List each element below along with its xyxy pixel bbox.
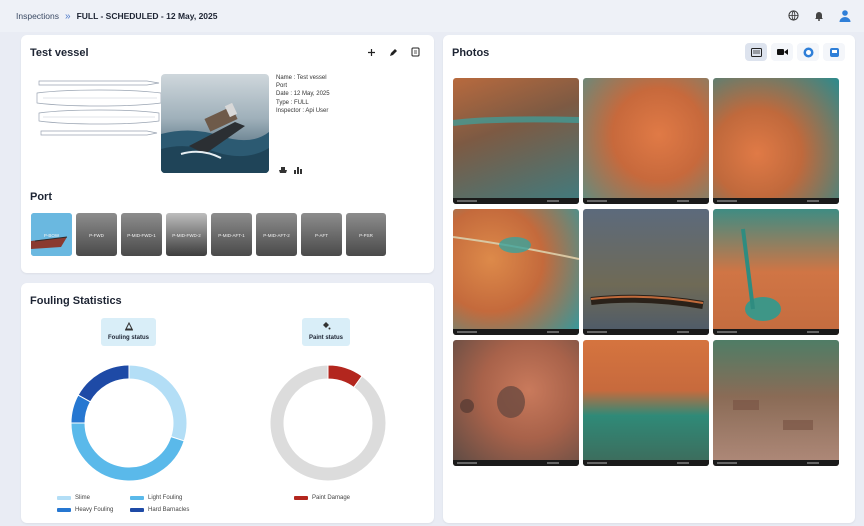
paint-slice-remainder[interactable] — [269, 364, 387, 482]
breadcrumb-inspections[interactable]: Inspections — [16, 11, 59, 21]
thumbnail-p-mid-aft-1[interactable]: P-MID-AFT-1 — [211, 213, 252, 256]
thumbnail-p-psr[interactable]: P-PSR — [346, 213, 386, 256]
fouling-slice-light-fouling[interactable] — [70, 422, 185, 482]
inspection-photo-6[interactable] — [713, 209, 839, 335]
vessel-info-date: Date : 12 May, 2025 — [276, 91, 330, 98]
thumbnail-p-mid-fwd-2[interactable]: P-MID-FWD-2 — [166, 213, 207, 256]
legend-swatch — [57, 508, 71, 512]
paint-status-chip: Paint status — [302, 318, 350, 346]
hull-plan-diagram — [36, 80, 162, 136]
thumbnail-label: P-MID-AFT-1 — [218, 233, 245, 238]
inspection-photo-9[interactable] — [713, 340, 839, 466]
fouling-status-label: Fouling status — [108, 335, 149, 341]
photo-info-bar — [713, 329, 839, 335]
photo-info-bar — [583, 198, 709, 204]
edit-button[interactable] — [384, 43, 402, 61]
photo-info-bar — [453, 198, 579, 204]
legend-label: Hard Barnacles — [148, 507, 190, 513]
thumbnail-label: P-MID-FWD-2 — [172, 233, 201, 238]
gallery-view-button[interactable] — [745, 43, 767, 61]
legend-paint-damage: Paint Damage — [294, 495, 350, 501]
fouling-status-icon — [101, 321, 156, 333]
scan-button[interactable] — [797, 43, 819, 61]
photo-info-bar — [713, 460, 839, 466]
top-bar: Inspections » FULL - SCHEDULED - 12 May,… — [0, 0, 864, 32]
fouling-statistics-title: Fouling Statistics — [30, 295, 122, 307]
photo-grid — [453, 78, 839, 466]
inspection-photo-2[interactable] — [583, 78, 709, 204]
paint-bucket-icon — [302, 321, 350, 333]
photo-info-bar — [453, 460, 579, 466]
inspection-photo-4[interactable] — [453, 209, 579, 335]
photo-info-bar — [583, 329, 709, 335]
legend-hard-barnacles: Hard Barnacles — [130, 507, 189, 513]
bar-chart-icon — [294, 161, 303, 179]
fouling-status-chip: Fouling status — [101, 318, 156, 346]
legend-swatch — [57, 496, 71, 500]
thumbnail-label: P-MID-AFT-2 — [263, 233, 290, 238]
inspection-photo-1[interactable] — [453, 78, 579, 204]
fouling-slice-slime[interactable] — [128, 364, 188, 442]
legend-swatch — [294, 496, 308, 500]
video-button[interactable] — [771, 43, 793, 61]
user-avatar-icon[interactable] — [838, 8, 852, 22]
vessel-info-name: Name : Test vessel — [276, 75, 327, 81]
photo-info-bar — [453, 329, 579, 335]
fouling-statistics-card: Fouling Statistics Fouling status Paint … — [21, 283, 434, 523]
vessel-info-port: Port — [276, 83, 288, 90]
legend-label: Heavy Fouling — [75, 507, 114, 513]
legend-swatch — [130, 496, 144, 500]
inspection-photo-8[interactable] — [583, 340, 709, 466]
fouling-slice-hard-barnacles[interactable] — [77, 364, 130, 403]
legend-label: Slime — [75, 495, 91, 501]
ship-icon — [278, 161, 288, 179]
legend-label: Light Fouling — [148, 495, 183, 501]
vessel-info: Name : Test vessel Port Date : 12 May, 2… — [276, 74, 330, 115]
thumbnail-label: P-AFT — [315, 233, 328, 238]
vessel-card: Test vessel Name: Test vessel Port Date… — [21, 35, 434, 273]
thumbnail-label: P-PSR — [359, 233, 373, 238]
thumbnail-p-aft[interactable]: P-AFT — [301, 213, 342, 256]
breadcrumb-chevron-icon: » — [65, 10, 71, 22]
vessel-info-inspector: Inspector : Api User — [276, 107, 329, 114]
legend-label: Paint Damage — [312, 495, 351, 501]
thumbnail-p-mid-aft-2[interactable]: P-MID-AFT-2 — [256, 213, 297, 256]
thumbnail-label: P-BOW — [43, 233, 60, 238]
thumbnail-label: P-MID-FWD-1 — [127, 233, 156, 238]
thumbnail-p-fwd[interactable]: P-FWD — [76, 213, 117, 256]
vessel-image — [161, 74, 269, 173]
report-button[interactable] — [406, 43, 424, 61]
add-button[interactable] — [362, 43, 380, 61]
legend-swatch — [130, 508, 144, 512]
vessel-info-type: Type : FULL — [276, 99, 309, 106]
thumbnail-p-mid-fwd-1[interactable]: P-MID-FWD-1 — [121, 213, 162, 256]
hull-section-thumbnails: P-BOW P-FWD P-MID-FWD-1 P-MID-FWD-2 P-MI… — [31, 213, 386, 256]
breadcrumb-current: FULL - SCHEDULED - 12 May, 2025 — [76, 11, 218, 21]
vessel-title: Test vessel — [30, 47, 89, 59]
legend-heavy-fouling: Heavy Fouling — [57, 507, 113, 513]
legend-slime: Slime — [57, 495, 90, 501]
bell-icon[interactable] — [812, 8, 826, 22]
paint-donut-chart — [269, 364, 387, 482]
photo-info-bar — [713, 198, 839, 204]
globe-icon[interactable] — [786, 8, 800, 22]
thumbnail-p-bow[interactable]: P-BOW — [31, 213, 72, 256]
paint-status-label: Paint status — [308, 335, 343, 341]
photos-title: Photos — [452, 47, 490, 59]
photo-info-bar — [583, 460, 709, 466]
port-section-label: Port — [30, 191, 52, 203]
device-button[interactable] — [823, 43, 845, 61]
inspection-photo-3[interactable] — [713, 78, 839, 204]
fouling-donut-chart — [70, 364, 188, 482]
inspection-photo-5[interactable] — [583, 209, 709, 335]
inspection-photo-7[interactable] — [453, 340, 579, 466]
thumbnail-label: P-FWD — [89, 233, 104, 238]
legend-light-fouling: Light Fouling — [130, 495, 182, 501]
photos-card: Photos — [443, 35, 855, 523]
